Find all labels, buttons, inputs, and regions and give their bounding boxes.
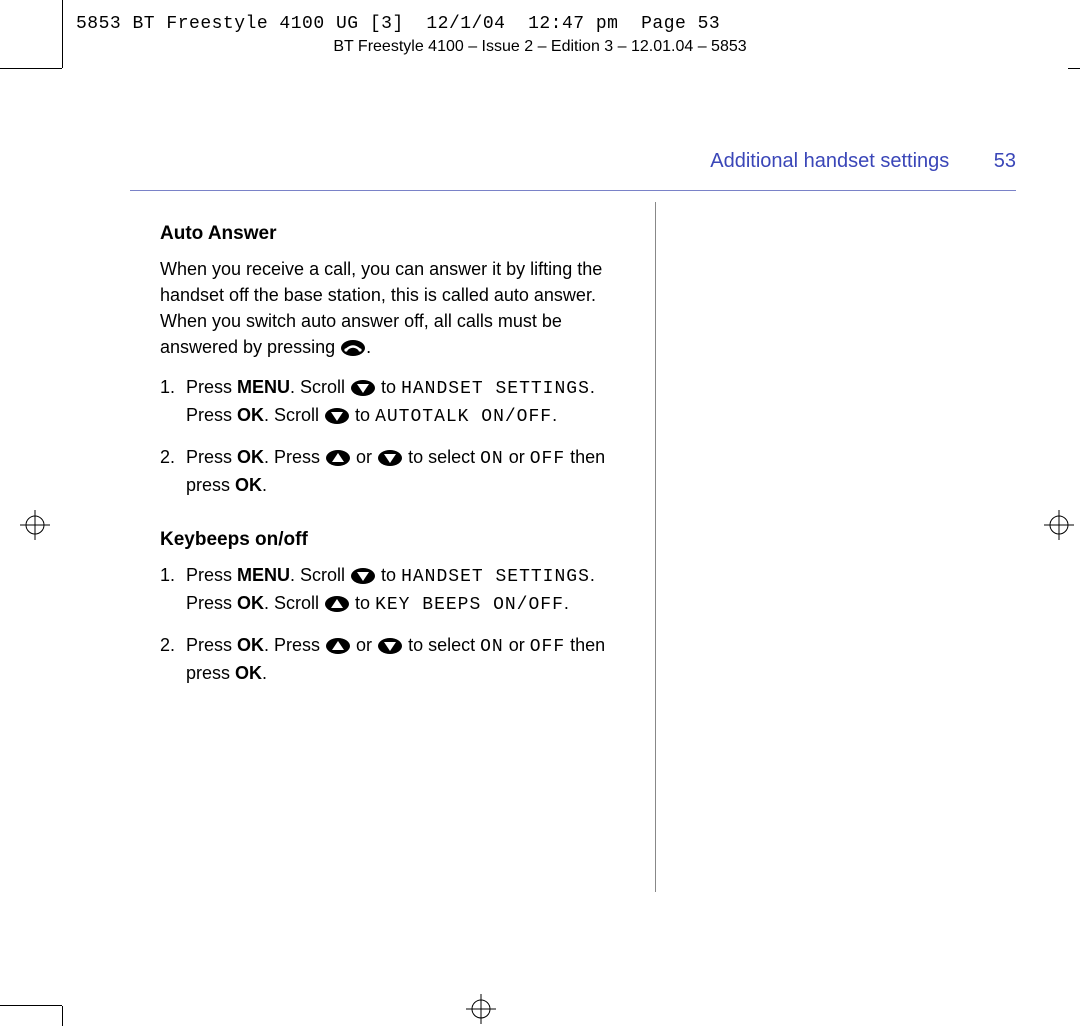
print-slug: 5853 BT Freestyle 4100 UG [3] 12/1/04 12… — [76, 14, 720, 34]
down-key-icon — [377, 448, 403, 466]
crop-mark — [0, 1005, 62, 1006]
ok-key-label: OK — [237, 405, 264, 425]
crop-mark — [62, 0, 63, 68]
header-rule — [130, 190, 1016, 191]
heading-keybeeps: Keybeeps on/off — [160, 526, 640, 554]
lcd-text: HANDSET SETTINGS — [401, 379, 590, 399]
lcd-text: ON — [480, 637, 504, 657]
down-key-icon — [350, 566, 376, 584]
ok-key-label: OK — [237, 593, 264, 613]
section-title: Additional handset settings — [710, 150, 949, 173]
down-key-icon — [350, 378, 376, 396]
auto-answer-step-2: 2. Press OK. Press or to select ON or OF… — [160, 444, 640, 498]
lcd-text: OFF — [530, 449, 565, 469]
lcd-text: AUTOTALK ON/OFF — [375, 407, 552, 427]
ok-key-label: OK — [237, 635, 264, 655]
menu-key-label: MENU — [237, 565, 290, 585]
down-key-icon — [324, 406, 350, 424]
registration-mark-icon — [20, 510, 50, 540]
page-number: 53 — [994, 150, 1016, 173]
lcd-text: OFF — [530, 637, 565, 657]
crop-mark — [62, 1006, 63, 1026]
step-number: 1. — [160, 562, 186, 618]
down-key-icon — [377, 636, 403, 654]
step-number: 1. — [160, 374, 186, 430]
keybeeps-step-2: 2. Press OK. Press or to select ON or OF… — [160, 632, 640, 686]
column-divider — [655, 202, 656, 892]
crop-mark — [1068, 68, 1080, 69]
auto-answer-intro: When you receive a call, you can answer … — [160, 256, 640, 360]
menu-key-label: MENU — [237, 377, 290, 397]
registration-mark-icon — [466, 994, 496, 1024]
auto-answer-step-1: 1. Press MENU. Scroll to HANDSET SETTING… — [160, 374, 640, 430]
registration-mark-icon — [1044, 510, 1074, 540]
heading-auto-answer: Auto Answer — [160, 220, 640, 248]
footer-line: BT Freestyle 4100 – Issue 2 – Edition 3 … — [0, 38, 1080, 56]
up-key-icon — [324, 594, 350, 612]
up-key-icon — [325, 636, 351, 654]
up-key-icon — [325, 448, 351, 466]
lcd-text: KEY BEEPS ON/OFF — [375, 595, 564, 615]
ok-key-label: OK — [235, 663, 262, 683]
crop-mark — [0, 68, 62, 69]
content-column: Auto Answer When you receive a call, you… — [160, 220, 640, 700]
keybeeps-step-1: 1. Press MENU. Scroll to HANDSET SETTING… — [160, 562, 640, 618]
lcd-text: ON — [480, 449, 504, 469]
step-number: 2. — [160, 632, 186, 686]
lcd-text: HANDSET SETTINGS — [401, 567, 590, 587]
ok-key-label: OK — [235, 475, 262, 495]
page-header: Additional handset settings 53 — [710, 150, 1016, 173]
step-number: 2. — [160, 444, 186, 498]
talk-key-icon — [340, 338, 366, 356]
ok-key-label: OK — [237, 447, 264, 467]
